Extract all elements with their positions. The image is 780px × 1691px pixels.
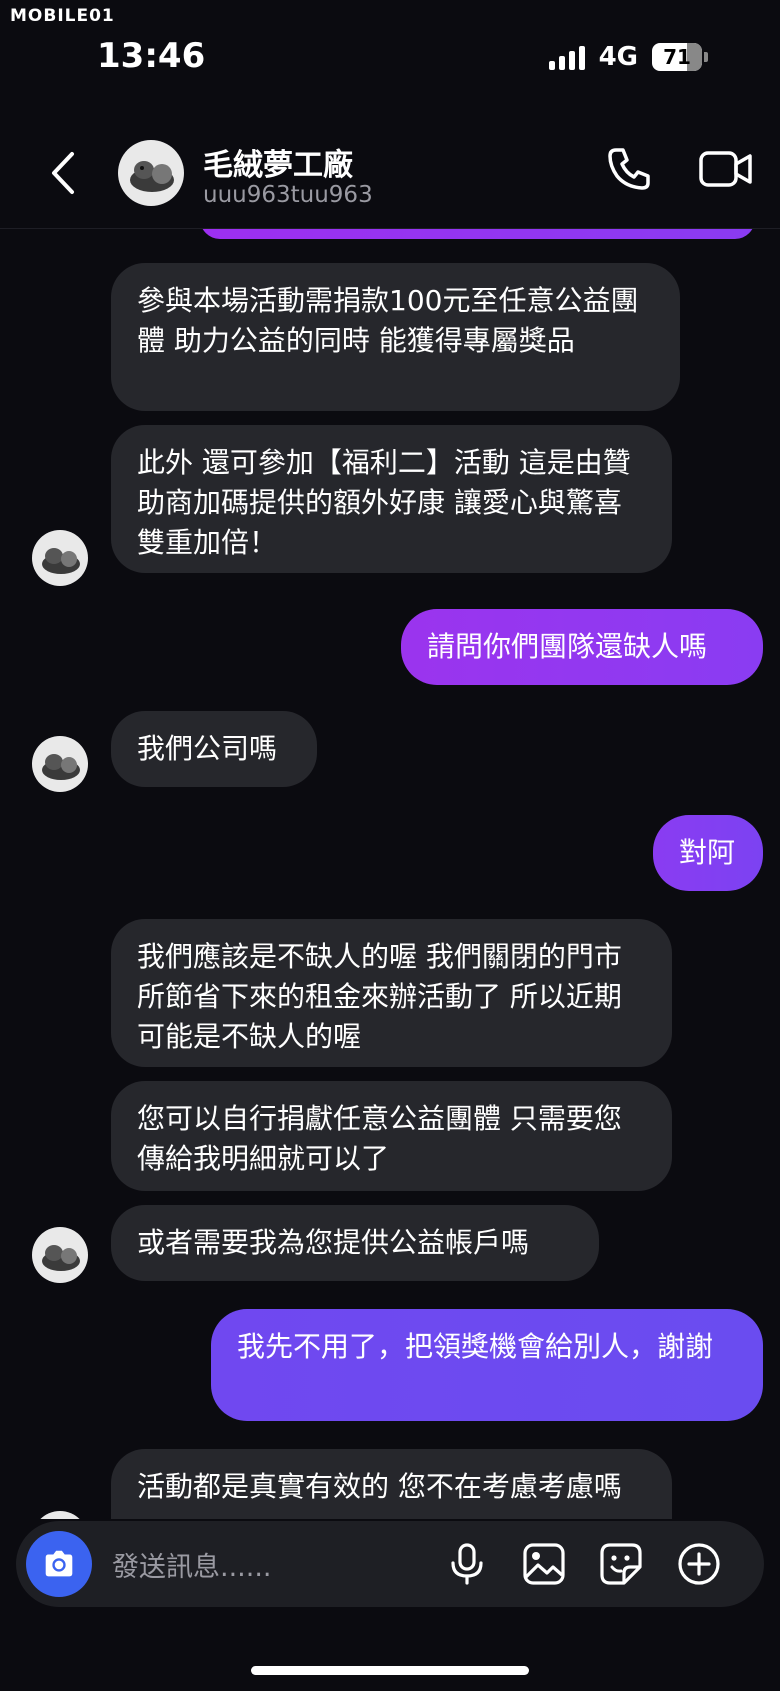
image-icon[interactable]	[521, 1541, 567, 1587]
battery-icon: 71	[652, 43, 708, 71]
message-composer: 發送訊息......	[16, 1521, 764, 1607]
avatar[interactable]	[32, 530, 88, 586]
message-bubble-outgoing[interactable]: 對阿	[653, 815, 763, 891]
video-camera-icon[interactable]	[698, 144, 754, 194]
signal-icon	[548, 44, 585, 70]
message-bubble-outgoing-partial	[200, 229, 755, 239]
message-list[interactable]: 參與本場活動需捐款100元至任意公益團體 助力公益的同時 能獲得專屬獎品 此外 …	[0, 229, 780, 1519]
camera-icon	[45, 1550, 73, 1577]
contact-username: uuu963tuu963	[203, 182, 373, 208]
message-bubble-incoming[interactable]: 我們公司嗎	[111, 711, 317, 787]
phone-icon[interactable]	[604, 144, 654, 194]
status-indicators: 4G 71	[548, 42, 708, 72]
contact-name[interactable]: 毛絨夢工廠	[203, 140, 353, 184]
message-bubble-incoming[interactable]: 此外 還可參加【福利二】活動 這是由贊助商加碼提供的額外好康 讓愛心與驚喜雙重加…	[111, 425, 672, 573]
avatar[interactable]	[32, 1511, 88, 1519]
status-time: 13:46	[97, 36, 206, 76]
plus-circle-icon[interactable]	[676, 1541, 722, 1587]
avatar[interactable]	[32, 736, 88, 792]
camera-button[interactable]	[26, 1531, 92, 1597]
chat-header: 毛絨夢工廠 uuu963tuu963	[0, 130, 780, 229]
status-bar: 13:46 4G 71	[0, 0, 780, 110]
avatar[interactable]	[118, 140, 184, 206]
message-bubble-incoming[interactable]: 活動都是真實有效的 您不在考慮考慮嗎	[111, 1449, 672, 1519]
message-bubble-incoming[interactable]: 參與本場活動需捐款100元至任意公益團體 助力公益的同時 能獲得專屬獎品	[111, 263, 680, 411]
message-bubble-incoming[interactable]: 我們應該是不缺人的喔 我們關閉的門市所節省下來的租金來辦活動了 所以近期可能是不…	[111, 919, 672, 1067]
message-bubble-outgoing[interactable]: 我先不用了，把領獎機會給別人，謝謝	[211, 1309, 763, 1421]
message-bubble-incoming[interactable]: 您可以自行捐獻任意公益團體 只需要您傳給我明細就可以了	[111, 1081, 672, 1191]
message-bubble-incoming[interactable]: 或者需要我為您提供公益帳戶嗎	[111, 1205, 599, 1281]
chevron-left-icon[interactable]	[44, 148, 84, 198]
avatar[interactable]	[32, 1227, 88, 1283]
message-bubble-outgoing[interactable]: 請問你們團隊還缺人嗎	[401, 609, 763, 685]
home-indicator	[251, 1666, 529, 1675]
battery-level: 71	[663, 45, 691, 69]
microphone-icon[interactable]	[444, 1541, 490, 1587]
sticker-icon[interactable]	[598, 1541, 644, 1587]
network-label: 4G	[598, 42, 638, 72]
message-input[interactable]: 發送訊息......	[112, 1545, 272, 1584]
